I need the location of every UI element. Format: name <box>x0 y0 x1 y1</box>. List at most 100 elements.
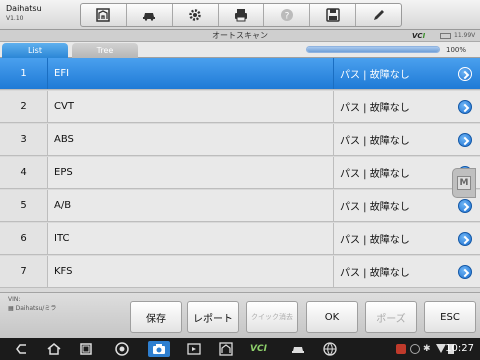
system-name: KFS <box>48 256 334 287</box>
page-title: オートスキャン <box>212 31 268 40</box>
row-number: 1 <box>0 58 48 89</box>
vci-accent: I <box>422 32 426 40</box>
print-button[interactable] <box>219 4 265 26</box>
notification-icon <box>396 344 406 354</box>
vci-text: VC <box>412 32 423 40</box>
svg-text:?: ? <box>284 12 289 22</box>
status-text: パス | 故障なし <box>340 70 410 81</box>
edit-button[interactable] <box>356 4 401 26</box>
list-item[interactable]: 4 EPS パス | 故障なし <box>0 157 480 189</box>
media-icon <box>187 343 201 355</box>
printer-icon <box>235 9 247 22</box>
settings-button[interactable] <box>173 4 219 26</box>
car-nav-icon <box>292 347 304 353</box>
list-item[interactable]: 7 KFS パス | 故障なし <box>0 256 480 288</box>
save-button[interactable]: 保存 <box>130 301 182 333</box>
toolbar: ? <box>80 3 402 27</box>
ok-button[interactable]: OK <box>306 301 358 333</box>
pause-button[interactable]: ポーズ <box>365 301 417 333</box>
help-button[interactable]: ? <box>264 4 311 26</box>
tab-row: List Tree 100% <box>0 42 480 58</box>
home-nav-icon <box>47 343 61 355</box>
media-button[interactable] <box>186 341 202 357</box>
tab-list[interactable]: List <box>2 43 68 58</box>
system-name: A/B <box>48 190 334 221</box>
status-text: パス | 故障なし <box>340 103 410 114</box>
camera-button[interactable] <box>148 341 170 357</box>
list-item[interactable]: 5 A/B パス | 故障なし <box>0 190 480 222</box>
system-name: EPS <box>48 157 334 188</box>
vehicle-info: ▦ Daihatsu/ミラ <box>8 305 57 312</box>
tab-tree[interactable]: Tree <box>72 43 138 58</box>
top-bar: Daihatsu V1.10 ? <box>0 0 480 30</box>
system-status: パス | 故障なし <box>334 256 480 287</box>
list-item[interactable]: 1 EFI パス | 故障なし <box>0 58 480 90</box>
sub-header: オートスキャン VCI 11.99V <box>0 30 480 42</box>
vin-label: VIN: <box>8 296 21 303</box>
status-text: パス | 故障なし <box>340 136 410 147</box>
app-name: Daihatsu <box>6 4 42 13</box>
home-nav-button[interactable] <box>46 341 62 357</box>
gear-icon <box>189 9 201 21</box>
chevron-right-icon[interactable] <box>458 265 472 279</box>
home-icon <box>96 8 111 22</box>
voltage-readout: 11.99V <box>454 32 476 39</box>
system-name: EFI <box>48 58 334 89</box>
status-text: パス | 故障なし <box>340 235 410 246</box>
status-text: パス | 故障なし <box>340 268 410 279</box>
chevron-right-icon[interactable] <box>458 199 472 213</box>
vci-nav-button[interactable]: VC I <box>250 341 267 357</box>
help-icon: ? <box>280 9 293 22</box>
app-version: V1.10 <box>6 15 24 22</box>
autel-home-button[interactable] <box>218 341 234 357</box>
sync-icon <box>410 344 420 354</box>
quick-erase-button[interactable]: クイック消去 <box>246 301 298 333</box>
recents-button[interactable] <box>78 341 94 357</box>
list-item[interactable]: 2 CVT パス | 故障なし <box>0 91 480 123</box>
house-icon <box>219 342 233 356</box>
car-nav-button[interactable] <box>290 341 306 357</box>
back-button[interactable] <box>14 341 30 357</box>
report-button[interactable]: レポート <box>187 301 239 333</box>
save-data-button[interactable] <box>310 4 357 26</box>
list-item[interactable]: 3 ABS パス | 故障なし <box>0 124 480 156</box>
vehicle-button[interactable] <box>127 4 173 26</box>
action-bar: VIN: ▦ Daihatsu/ミラ 保存 レポート クイック消去 OK ポーズ… <box>0 292 480 338</box>
battery-icon <box>440 33 451 39</box>
back-icon <box>16 344 26 354</box>
side-menu-handle[interactable]: M <box>452 168 476 198</box>
vci-nav-accent: I <box>263 344 267 354</box>
row-number: 7 <box>0 256 48 287</box>
row-number: 3 <box>0 124 48 155</box>
recents-icon <box>80 343 92 355</box>
system-name: ABS <box>48 124 334 155</box>
chevron-right-icon[interactable] <box>458 100 472 114</box>
browser-button[interactable] <box>114 341 130 357</box>
vci-status: VCI <box>412 31 425 41</box>
bluetooth-icon: ✱ <box>423 344 431 354</box>
chevron-right-icon[interactable] <box>458 67 472 81</box>
system-list: 1 EFI パス | 故障なし 2 CVT パス | 故障なし 3 ABS パス… <box>0 58 480 292</box>
system-nav-bar: VC I ✱ 10:27 <box>0 338 480 360</box>
system-status: パス | 故障なし <box>334 223 480 254</box>
car-icon <box>143 13 156 21</box>
scan-progress-bar <box>306 46 440 53</box>
vci-nav-text: VC <box>250 344 264 354</box>
esc-button[interactable]: ESC <box>424 301 476 333</box>
save-icon <box>325 8 340 22</box>
system-status: パス | 故障なし <box>334 124 480 155</box>
chevron-right-icon[interactable] <box>458 232 472 246</box>
chevron-right-icon[interactable] <box>458 133 472 147</box>
scan-progress-fill <box>307 47 439 52</box>
status-text: パス | 故障なし <box>340 169 410 180</box>
pen-icon <box>373 10 384 20</box>
scan-progress-text: 100% <box>446 46 467 54</box>
camera-icon <box>153 344 165 354</box>
status-text: パス | 故障なし <box>340 202 410 213</box>
browser2-button[interactable] <box>322 341 338 357</box>
row-number: 2 <box>0 91 48 122</box>
list-item[interactable]: 6 ITC パス | 故障なし <box>0 223 480 255</box>
system-status: パス | 故障なし <box>334 91 480 122</box>
home-button[interactable] <box>81 4 127 26</box>
system-name: ITC <box>48 223 334 254</box>
